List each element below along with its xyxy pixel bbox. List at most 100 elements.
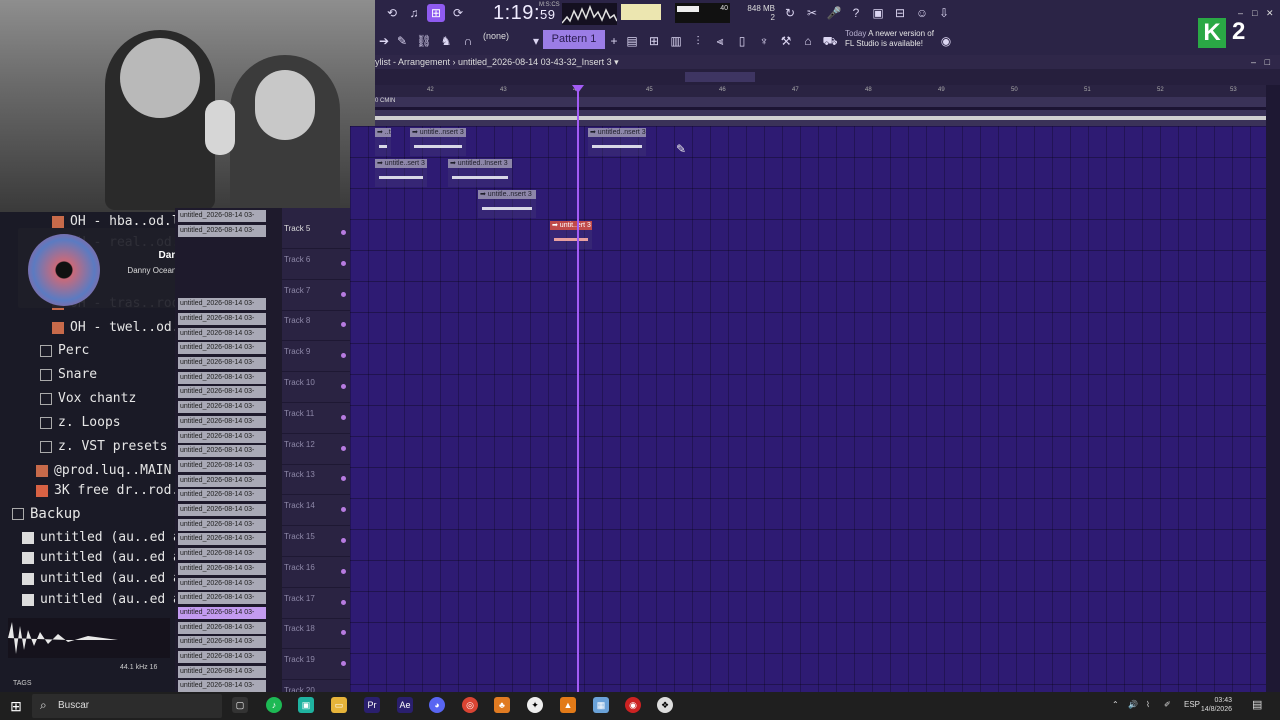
channel-button[interactable]: untitled_2026-08-14 03- bbox=[178, 474, 266, 487]
channel-button[interactable]: untitled_2026-08-14 03- bbox=[178, 327, 266, 340]
track-mute-indicator[interactable] bbox=[341, 291, 346, 297]
browser-item[interactable]: Perc bbox=[0, 343, 175, 365]
task-view-icon[interactable]: ▢ bbox=[232, 697, 248, 713]
channel-button[interactable]: untitled_2026-08-14 03- bbox=[178, 210, 266, 222]
channel-button[interactable]: untitled_2026-08-14 03- bbox=[178, 533, 266, 546]
channel-button[interactable]: untitled_2026-08-14 03- bbox=[178, 430, 266, 443]
channel-button[interactable]: untitled_2026-08-14 03- bbox=[178, 224, 266, 237]
track-header[interactable]: Track 17 bbox=[282, 588, 350, 619]
track-mute-indicator[interactable] bbox=[341, 384, 346, 389]
audio-clip[interactable]: ➡ untitled..Insert 3 bbox=[448, 159, 512, 187]
close-icon[interactable]: ✕ bbox=[1266, 8, 1274, 19]
track-header[interactable]: Track 16 bbox=[282, 557, 350, 588]
playlist-song[interactable]: untitled_2026-08-14 03-43-32_Insert 3 bbox=[458, 57, 612, 67]
browser-item[interactable]: 3K free dr..rod.luqui) bbox=[0, 483, 175, 505]
track-header[interactable]: Track 11 bbox=[282, 403, 350, 434]
track-header[interactable]: Track 12 bbox=[282, 434, 350, 465]
channel-button[interactable]: untitled_2026-08-14 03- bbox=[178, 401, 266, 414]
track-header[interactable]: Track 18 bbox=[282, 618, 350, 650]
channel-button[interactable]: untitled_2026-08-14 03- bbox=[178, 636, 266, 649]
channel-button[interactable]: untitled_2026-08-14 03- bbox=[178, 459, 266, 472]
piano-roll-icon[interactable]: ▥ bbox=[667, 32, 685, 50]
stamp-icon[interactable]: ♞ bbox=[437, 32, 455, 50]
save-icon[interactable]: ▣ bbox=[869, 4, 887, 22]
discord-icon[interactable]: ◕ bbox=[429, 697, 445, 713]
taskbar-search[interactable]: ⌕ Buscar bbox=[32, 694, 222, 718]
playlist-icon[interactable]: ⫷ bbox=[711, 32, 729, 50]
channel-button[interactable]: untitled_2026-08-14 03- bbox=[178, 651, 266, 663]
browser-item[interactable]: untitled (au..ed at 3h40) bbox=[0, 571, 175, 593]
channel-button[interactable]: untitled_2026-08-14 03- bbox=[178, 606, 266, 619]
snap-magnet-icon[interactable]: ∩ bbox=[459, 32, 477, 50]
chrome-icon[interactable]: ◎ bbox=[462, 697, 478, 713]
channel-button[interactable]: untitled_2026-08-14 03- bbox=[178, 504, 266, 516]
track-mute-indicator[interactable] bbox=[341, 568, 346, 574]
channel-button[interactable]: untitled_2026-08-14 03- bbox=[178, 548, 266, 561]
track-mute-indicator[interactable] bbox=[341, 507, 346, 513]
browser-item[interactable]: Backup bbox=[0, 506, 175, 528]
tray-chevron-icon[interactable]: ⌃ bbox=[1112, 700, 1119, 709]
channel-button[interactable]: untitled_2026-08-14 03- bbox=[178, 357, 266, 369]
audio-clip[interactable]: ➡ ..t 3 bbox=[375, 128, 391, 156]
track-header[interactable]: Track 14 bbox=[282, 495, 350, 527]
audio-clip[interactable]: ➡ untitle..nsert 3 bbox=[478, 190, 536, 218]
spotify-icon[interactable]: ♪ bbox=[266, 697, 282, 713]
channel-button[interactable]: untitled_2026-08-14 03- bbox=[178, 562, 266, 575]
track-mute-indicator[interactable] bbox=[341, 353, 346, 359]
cart-icon[interactable]: ⛟ bbox=[821, 32, 839, 50]
track-header[interactable]: Track 9 bbox=[282, 341, 350, 373]
channel-button[interactable]: untitled_2026-08-14 03- bbox=[178, 577, 266, 590]
obs-icon[interactable]: ◉ bbox=[625, 697, 641, 713]
playlist-minimize-icon[interactable]: – bbox=[1251, 55, 1256, 69]
track-mute-indicator[interactable] bbox=[341, 599, 346, 605]
step-edit-icon[interactable]: ♫ bbox=[405, 4, 423, 22]
channel-button[interactable]: untitled_2026-08-14 03- bbox=[178, 371, 266, 384]
pen-icon[interactable]: ✐ bbox=[1164, 700, 1171, 709]
browser-item[interactable]: untitled (au..ed at 3h42) bbox=[0, 530, 175, 552]
channel-button[interactable]: untitled_2026-08-14 03- bbox=[178, 489, 266, 502]
minimize-icon[interactable]: – bbox=[1238, 8, 1243, 18]
browser-item[interactable]: z. Loops bbox=[0, 415, 175, 437]
tools-icon[interactable]: ⚒ bbox=[777, 32, 795, 50]
vertical-scrollbar[interactable] bbox=[1266, 85, 1280, 692]
channel-button[interactable]: untitled_2026-08-14 03- bbox=[178, 592, 266, 605]
track-mute-indicator[interactable] bbox=[341, 661, 346, 667]
file-explorer-icon[interactable]: ▭ bbox=[331, 697, 347, 713]
windows-start-icon[interactable]: ⊞ bbox=[8, 698, 24, 714]
download-icon[interactable]: ⇩ bbox=[935, 4, 953, 22]
track-header[interactable]: Track 10 bbox=[282, 372, 350, 403]
browser-item[interactable]: untitled (au..ed at 3h41) bbox=[0, 550, 175, 572]
loop-record-icon[interactable]: ⟲ bbox=[383, 4, 401, 22]
channel-button[interactable]: untitled_2026-08-14 03- bbox=[178, 621, 266, 634]
app-white-icon[interactable]: ❖ bbox=[657, 697, 673, 713]
track-header[interactable]: Track 5 bbox=[282, 218, 350, 249]
notification-icon[interactable]: ▤ bbox=[1252, 698, 1262, 711]
channel-button[interactable]: untitled_2026-08-14 03- bbox=[178, 298, 266, 311]
browser-item[interactable]: Vox chantz bbox=[0, 391, 175, 413]
channel-button[interactable]: untitled_2026-08-14 03- bbox=[178, 342, 266, 355]
browser-item[interactable]: untitled (au..ed at 3h39) bbox=[0, 592, 175, 614]
timeline-ruler[interactable]: 424344454647484950515253 bbox=[375, 85, 1266, 97]
help-icon[interactable]: ? bbox=[847, 4, 865, 22]
network-icon[interactable]: ⌇ bbox=[1146, 700, 1150, 709]
vlc-icon[interactable]: ▲ bbox=[560, 697, 576, 713]
app-teal-icon[interactable]: ▣ bbox=[298, 697, 314, 713]
channel-button[interactable]: untitled_2026-08-14 03- bbox=[178, 518, 266, 531]
globe-icon[interactable]: ◉ bbox=[937, 32, 955, 50]
track-header[interactable]: Track 7 bbox=[282, 280, 350, 311]
update-notice[interactable]: Today A newer version of FL Studio is av… bbox=[845, 29, 934, 49]
draw-icon[interactable]: ✎ bbox=[393, 32, 411, 50]
plugin-picker-icon[interactable]: ♆ bbox=[755, 32, 773, 50]
track-header[interactable]: Track 19 bbox=[282, 649, 350, 681]
channel-button[interactable]: untitled_2026-08-14 03- bbox=[178, 386, 266, 399]
playhead[interactable] bbox=[577, 85, 579, 692]
plugin-icon[interactable]: ⊟ bbox=[891, 4, 909, 22]
playlist-overview[interactable] bbox=[375, 69, 1280, 85]
track-header[interactable]: Track 15 bbox=[282, 526, 350, 557]
channel-rack-icon[interactable]: ⊞ bbox=[645, 32, 663, 50]
maximize-icon[interactable]: □ bbox=[1252, 8, 1257, 18]
cut-icon[interactable]: ✂ bbox=[803, 4, 821, 22]
layout-icon[interactable]: ⌂ bbox=[799, 32, 817, 50]
track-mute-indicator[interactable] bbox=[341, 260, 346, 266]
browser-item[interactable]: @prod.luq..MAIN TAG bbox=[0, 463, 175, 485]
